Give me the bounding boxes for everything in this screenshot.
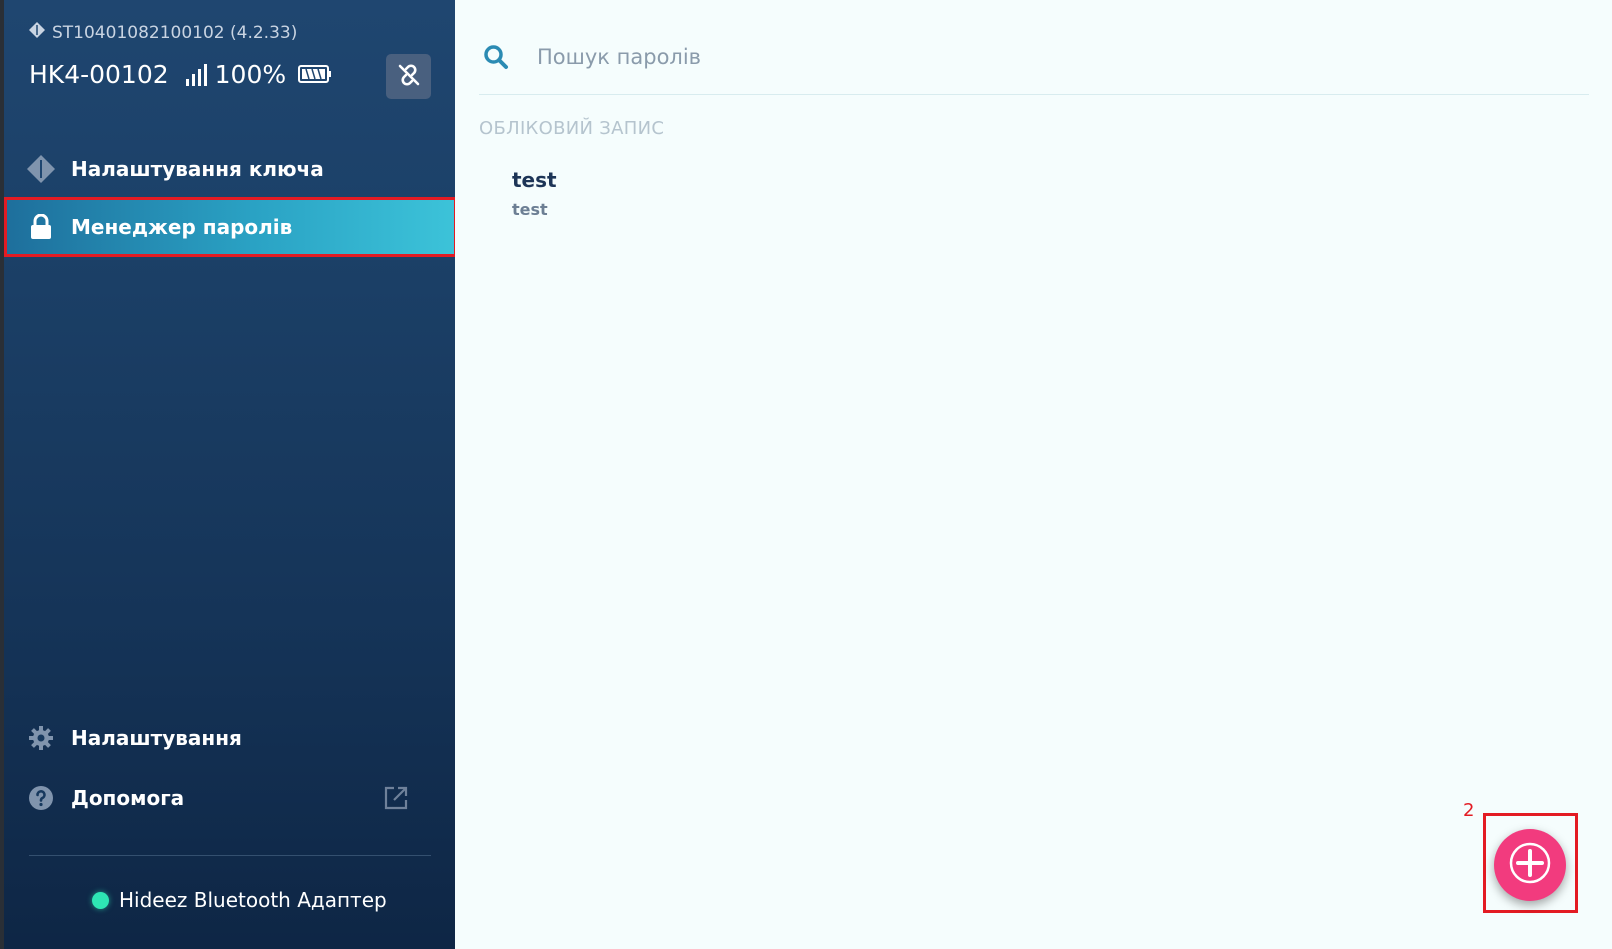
search-input[interactable] (535, 44, 1439, 70)
diamond-icon (27, 155, 55, 183)
nav-item-help[interactable]: Допомога (7, 769, 455, 827)
device-name: HK4-00102 (29, 60, 169, 89)
battery-icon (298, 60, 332, 89)
adapter-label: Hideez Bluetooth Адаптер (119, 888, 387, 912)
battery-percentage: 100% (214, 60, 287, 89)
disconnect-button[interactable] (386, 54, 431, 99)
add-password-button[interactable] (1494, 829, 1566, 901)
password-item-login: test (512, 200, 548, 219)
section-header: ОБЛІКОВИЙ ЗАПИС (479, 118, 665, 139)
nav-item-settings[interactable]: Налаштування (7, 709, 455, 767)
search-bar (479, 20, 1589, 95)
device-serial-text: ST10401082100102 (4.2.33) (52, 22, 298, 43)
annotation-marker-2: 2 (1463, 800, 1475, 821)
sidebar: ST10401082100102 (4.2.33) HK4-00102 100% (0, 0, 471, 949)
external-link-icon (383, 785, 409, 816)
plus-icon (1508, 841, 1552, 889)
diamond-icon (29, 22, 45, 43)
gear-icon (27, 724, 55, 752)
signal-bars-icon (185, 63, 207, 86)
nav-item-label: Налаштування (71, 726, 242, 750)
password-list-item[interactable]: test test (512, 168, 1012, 228)
nav-item-label: Менеджер паролів (71, 215, 293, 239)
connection-status-dot (92, 891, 109, 909)
lock-icon (27, 213, 55, 241)
unlink-icon (397, 63, 421, 91)
sidebar-divider (29, 855, 431, 856)
adapter-status: Hideez Bluetooth Адаптер (92, 888, 387, 912)
nav-item-password-manager[interactable]: Менеджер паролів (4, 197, 457, 257)
nav-item-label: Допомога (71, 786, 185, 810)
app-window: ST10401082100102 (4.2.33) HK4-00102 100% (0, 0, 1612, 949)
device-serial: ST10401082100102 (4.2.33) (29, 22, 297, 43)
question-circle-icon (27, 784, 55, 812)
search-icon (483, 44, 509, 70)
window-edge (0, 0, 4, 949)
nav-item-label: Налаштування ключа (71, 157, 324, 181)
main-content: ОБЛІКОВИЙ ЗАПИС test test 2 (455, 0, 1612, 949)
password-item-name: test (512, 168, 557, 192)
nav-item-key-settings[interactable]: Налаштування ключа (7, 140, 455, 198)
device-status-row: HK4-00102 100% (29, 60, 332, 89)
